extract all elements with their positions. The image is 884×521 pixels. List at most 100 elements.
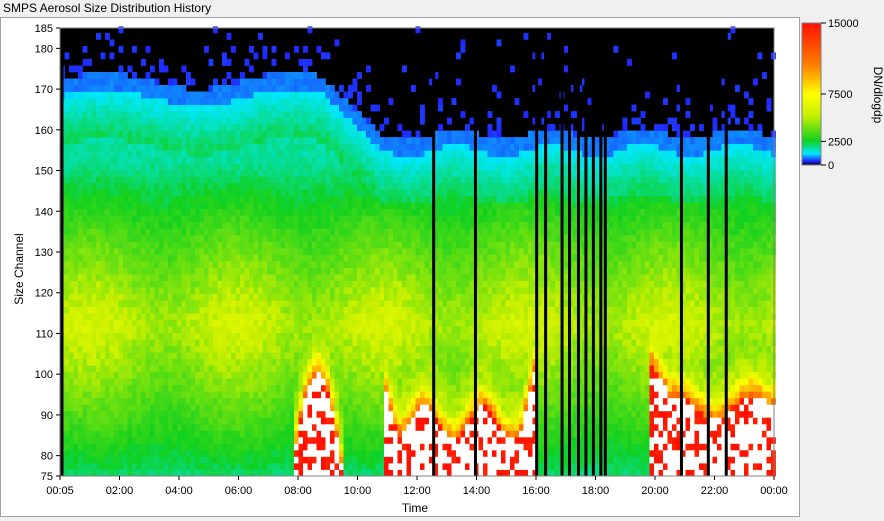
heatmap-cell bbox=[249, 378, 254, 386]
heatmap-cell bbox=[361, 352, 367, 360]
heatmap-cell bbox=[235, 326, 241, 333]
heatmap-cell bbox=[96, 221, 101, 229]
heatmap-cell bbox=[226, 104, 232, 112]
heatmap-cell bbox=[73, 345, 79, 353]
heatmap-cell bbox=[96, 436, 101, 444]
heatmap-cell bbox=[253, 358, 259, 366]
heatmap-cell bbox=[312, 293, 317, 301]
heatmap-cell bbox=[388, 215, 394, 223]
heatmap-cell bbox=[280, 124, 286, 131]
heatmap-cell bbox=[177, 182, 182, 190]
heatmap-cell bbox=[325, 463, 331, 470]
heatmap-cell bbox=[105, 241, 110, 249]
heatmap-cell bbox=[240, 221, 245, 229]
heatmap-cell bbox=[361, 410, 367, 418]
heatmap-cell bbox=[357, 182, 362, 190]
heatmap-cell bbox=[316, 182, 322, 190]
heatmap-cell bbox=[303, 313, 308, 320]
heatmap-cell bbox=[240, 332, 245, 340]
heatmap-cell bbox=[172, 449, 178, 457]
heatmap-cell bbox=[379, 371, 385, 379]
heatmap-cell bbox=[195, 358, 200, 366]
heatmap-cell bbox=[267, 397, 272, 405]
heatmap-cell bbox=[334, 384, 340, 392]
heatmap-cell bbox=[226, 352, 232, 360]
heatmap-cell bbox=[78, 72, 83, 79]
heatmap-cell bbox=[222, 332, 227, 340]
heatmap-cell bbox=[343, 456, 349, 464]
heatmap-cell bbox=[177, 104, 182, 112]
heatmap-cell bbox=[168, 111, 173, 118]
heatmap-cell bbox=[258, 463, 263, 470]
heatmap-cell bbox=[217, 111, 223, 118]
heatmap-cell bbox=[231, 85, 236, 92]
heatmap-cell bbox=[96, 384, 101, 392]
heatmap-cell bbox=[325, 195, 331, 203]
heatmap-cell bbox=[276, 417, 281, 425]
heatmap-cell bbox=[91, 124, 97, 131]
heatmap-cell bbox=[393, 176, 398, 184]
heatmap-cell bbox=[109, 352, 115, 360]
heatmap-cell bbox=[352, 410, 358, 418]
heatmap-cell bbox=[262, 345, 268, 353]
heatmap-cell bbox=[307, 443, 313, 451]
heatmap-cell bbox=[195, 254, 200, 262]
heatmap-cell bbox=[298, 287, 304, 294]
heatmap-cell bbox=[145, 352, 151, 360]
heatmap-cell bbox=[69, 91, 74, 99]
heatmap-cell bbox=[357, 91, 362, 99]
plot-area[interactable] bbox=[59, 26, 776, 477]
heatmap-cell bbox=[172, 358, 178, 366]
heatmap-cell bbox=[406, 339, 412, 347]
heatmap-cell bbox=[384, 397, 389, 405]
heatmap-cell bbox=[159, 293, 164, 301]
heatmap-cell bbox=[91, 208, 97, 216]
heatmap-cell bbox=[406, 247, 412, 255]
heatmap-cell bbox=[375, 241, 380, 249]
heatmap-cell bbox=[415, 417, 421, 425]
heatmap-cell bbox=[141, 449, 146, 457]
heatmap-cell bbox=[424, 156, 430, 164]
heatmap-cell bbox=[280, 143, 286, 151]
heatmap-cell bbox=[276, 195, 281, 203]
heatmap-cell bbox=[96, 449, 101, 457]
heatmap-cell bbox=[96, 247, 101, 255]
heatmap-cell bbox=[73, 150, 79, 158]
heatmap-cell bbox=[109, 241, 115, 249]
heatmap-cell bbox=[109, 195, 115, 203]
heatmap-cell bbox=[312, 261, 317, 268]
heatmap-cell bbox=[253, 117, 259, 125]
heatmap-cell bbox=[411, 287, 416, 294]
heatmap-cell bbox=[397, 202, 403, 210]
heatmap-cell bbox=[118, 221, 124, 229]
heatmap-cell bbox=[330, 215, 335, 223]
heatmap-cell bbox=[285, 202, 290, 210]
heatmap-cell bbox=[123, 319, 128, 327]
heatmap-cell bbox=[267, 345, 272, 353]
heatmap-cell bbox=[213, 78, 218, 86]
heatmap-cell bbox=[109, 182, 115, 190]
heatmap-cell bbox=[303, 169, 308, 177]
heatmap-cell bbox=[244, 111, 250, 118]
heatmap-cell bbox=[298, 72, 304, 79]
heatmap-cell bbox=[249, 104, 254, 112]
heatmap-cell bbox=[339, 313, 344, 320]
heatmap-cell bbox=[321, 156, 326, 164]
heatmap-cell bbox=[258, 319, 263, 327]
heatmap-cell bbox=[114, 221, 119, 229]
heatmap-cell bbox=[114, 137, 119, 144]
heatmap-cell bbox=[123, 221, 128, 229]
heatmap-cell bbox=[312, 443, 317, 451]
heatmap-cell bbox=[163, 404, 169, 412]
heatmap-cell bbox=[145, 443, 151, 451]
heatmap-cell bbox=[195, 124, 200, 131]
heatmap-cell bbox=[276, 163, 281, 171]
heatmap-cell bbox=[276, 169, 281, 177]
heatmap-cell bbox=[105, 345, 110, 353]
heatmap-cell bbox=[177, 345, 182, 353]
heatmap-cell bbox=[217, 417, 223, 425]
heatmap-cell bbox=[159, 163, 164, 171]
heatmap-cell bbox=[343, 345, 349, 353]
heatmap-cell bbox=[325, 326, 331, 333]
heatmap-cell bbox=[109, 449, 115, 457]
